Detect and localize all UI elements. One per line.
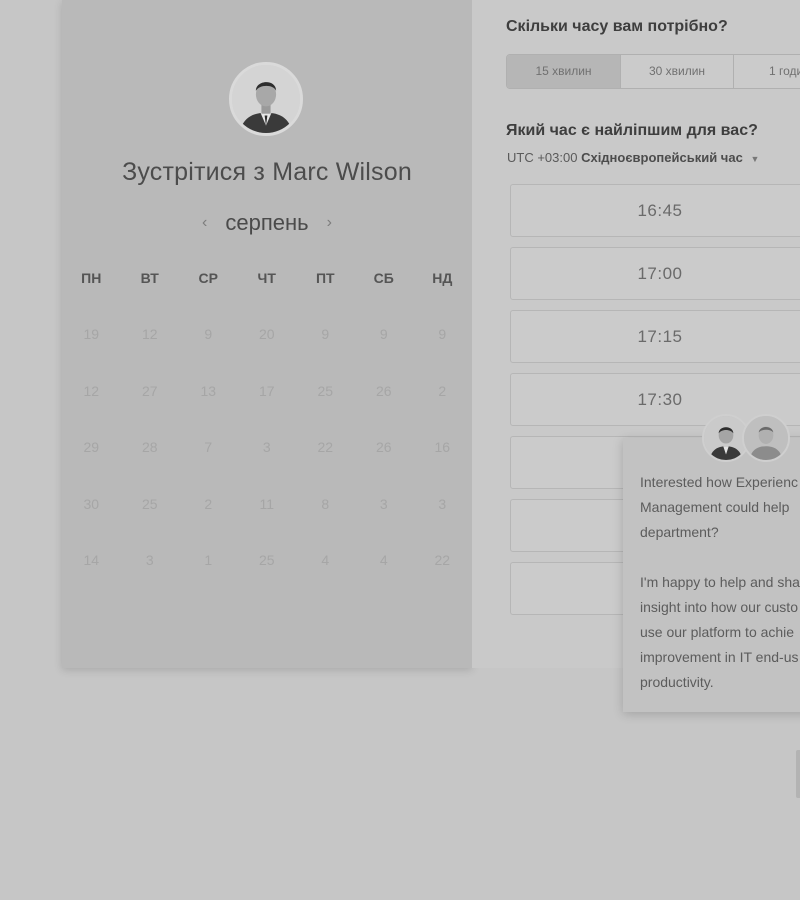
- timezone-offset: UTC +03:00: [507, 150, 578, 165]
- calendar-day: 4: [321, 552, 330, 568]
- weekday-fri: ПТ: [315, 270, 335, 286]
- calendar-day: 22: [317, 439, 334, 455]
- calendar-day: 3: [379, 496, 388, 512]
- calendar-day: 4: [379, 552, 388, 568]
- agent-photo: [744, 416, 788, 460]
- calendar-week: 29 28 7 3 22 26 16: [62, 439, 472, 459]
- timezone-name: Східноєвропейський час: [581, 150, 743, 165]
- weekday-sun: НД: [432, 270, 453, 286]
- calendar-day: 1: [204, 552, 213, 568]
- calendar-day: 2: [204, 496, 213, 512]
- calendar-day: 30: [83, 496, 100, 512]
- meet-title: Зустрітися з Marc Wilson: [0, 158, 534, 187]
- duration-60-button[interactable]: 1 годи: [734, 55, 800, 88]
- duration-30-button[interactable]: 30 хвилин: [621, 55, 734, 88]
- chat-agent-avatars: [702, 414, 794, 466]
- calendar-day: 26: [375, 439, 392, 455]
- calendar-week: 30 25 2 11 8 3 3: [62, 496, 472, 516]
- calendar-day: 25: [141, 496, 158, 512]
- chevron-left-icon[interactable]: ‹: [202, 214, 207, 232]
- month-label: серпень: [225, 210, 309, 235]
- calendar-day: 9: [438, 326, 447, 342]
- calendar-day: 3: [262, 439, 271, 455]
- calendar-day: 25: [258, 552, 275, 568]
- weekday-sat: СБ: [373, 270, 394, 286]
- weekday-thu: ЧТ: [257, 270, 276, 286]
- calendar-day: 11: [259, 496, 275, 512]
- month-navigation: ‹ серпень ›: [62, 207, 472, 239]
- calendar-day: 14: [83, 552, 100, 568]
- calendar-day: 9: [204, 326, 213, 342]
- calendar-day: 8: [321, 496, 330, 512]
- caret-down-icon: ▼: [750, 154, 760, 164]
- calendar-day: 3: [438, 496, 447, 512]
- agent-avatar: [742, 414, 790, 462]
- calendar-day: 17: [258, 383, 275, 399]
- weekday-header: ПН ВТ СР ЧТ ПТ СБ НД: [62, 270, 472, 290]
- calendar-day: 28: [141, 439, 158, 455]
- calendar-day: 16: [434, 439, 451, 455]
- time-slot-button[interactable]: 16:45: [510, 184, 800, 237]
- host-name: Marc Wilson: [272, 158, 412, 186]
- duration-selector: 15 хвилин 30 хвилин 1 годи: [506, 54, 800, 89]
- calendar-day: 29: [83, 439, 100, 455]
- chat-launcher-edge[interactable]: [796, 750, 800, 798]
- weekday-wed: СР: [198, 270, 218, 286]
- calendar-week: 19 12 9 20 9 9 9: [62, 326, 472, 346]
- meet-prefix: Зустрітися з: [122, 158, 266, 186]
- calendar-day: 27: [141, 383, 158, 399]
- calendar-day: 20: [258, 326, 275, 342]
- calendar-day: 12: [141, 326, 158, 342]
- chat-message: Interested how Experienc Management coul…: [640, 474, 800, 690]
- calendar-day: 19: [83, 326, 100, 342]
- calendar-week: 12 27 13 17 25 26 2: [62, 383, 472, 403]
- calendar-day: 9: [321, 326, 330, 342]
- calendar-day: 13: [200, 383, 217, 399]
- time-question: Який час є найліпшим для вас?: [506, 122, 758, 139]
- calendar-day: 25: [317, 383, 334, 399]
- calendar-day: 9: [379, 326, 388, 342]
- timezone-selector[interactable]: UTC +03:00 Східноєвропейський час ▼: [507, 150, 759, 165]
- weekday-mon: ПН: [81, 270, 102, 286]
- calendar-week: 14 3 1 25 4 4 22: [62, 552, 472, 572]
- host-avatar: [229, 62, 303, 136]
- calendar-day: 26: [375, 383, 392, 399]
- calendar-day: 22: [434, 552, 451, 568]
- time-slot-button[interactable]: 17:15: [510, 310, 800, 363]
- calendar-day: 3: [145, 552, 154, 568]
- calendar-day: 7: [204, 439, 213, 455]
- chevron-right-icon[interactable]: ›: [327, 214, 332, 232]
- duration-15-button[interactable]: 15 хвилин: [507, 55, 621, 88]
- host-photo: [232, 65, 300, 133]
- weekday-tue: ВТ: [140, 270, 159, 286]
- calendar-day: 12: [83, 383, 100, 399]
- calendar-day: 2: [438, 383, 447, 399]
- time-slot-button[interactable]: 17:00: [510, 247, 800, 300]
- duration-question: Скільки часу вам потрібно?: [506, 18, 728, 35]
